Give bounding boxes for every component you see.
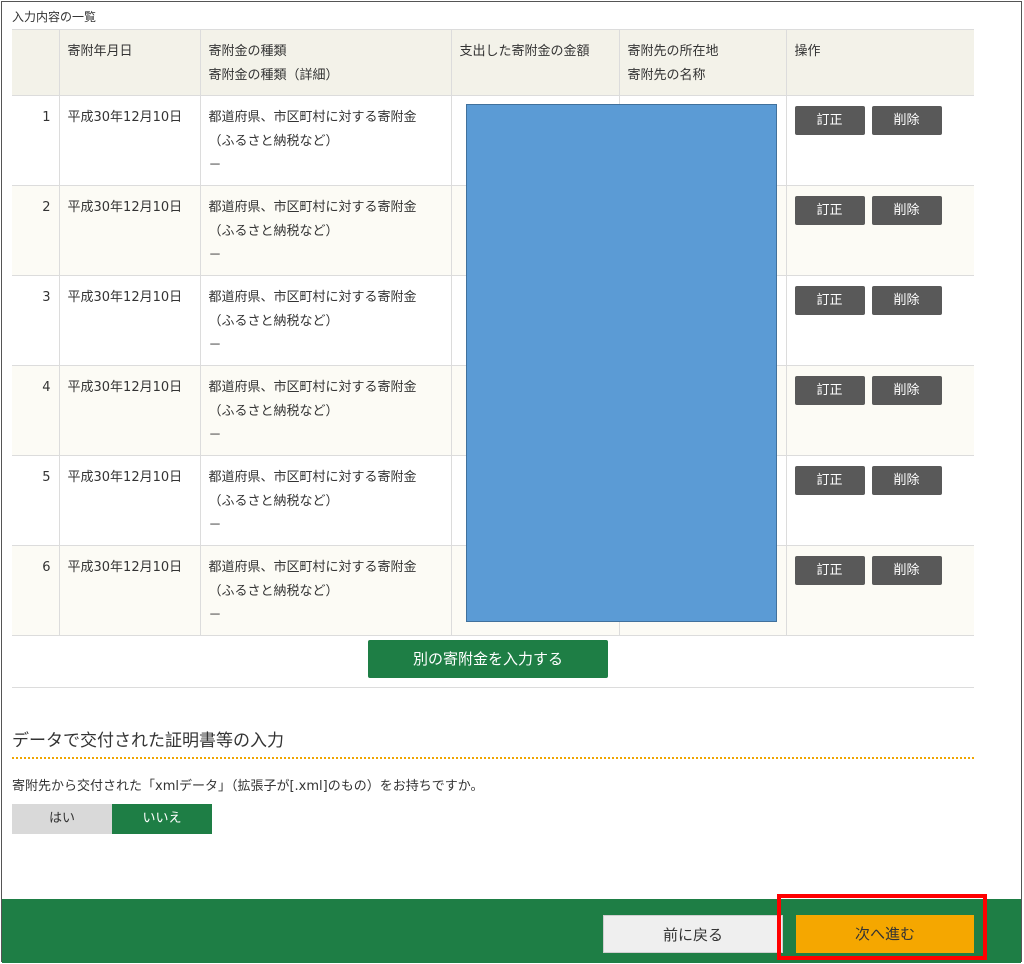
edit-button[interactable]: 訂正	[794, 556, 865, 585]
section-divider	[12, 687, 974, 688]
header-kind-line1: 寄附金の種類	[208, 44, 287, 59]
row-kind-main: 都道府県、市区町村に対する寄附金	[208, 110, 417, 125]
row-kind: 都道府県、市区町村に対する寄附金 （ふるさと納税など） －	[200, 455, 452, 546]
list-caption: 入力内容の一覧	[12, 10, 97, 24]
redaction-block	[466, 104, 777, 622]
xml-section-heading: データで交付された証明書等の入力	[12, 731, 284, 751]
row-kind-main: 都道府県、市区町村に対する寄附金	[208, 380, 417, 395]
table-header-row: 寄附年月日 寄附金の種類 寄附金の種類（詳細） 支出した寄附金の金額 寄附先の所…	[12, 29, 974, 96]
row-num: 3	[12, 275, 60, 366]
row-kind-detail: （ふるさと納税など）	[208, 494, 339, 509]
row-num: 2	[12, 185, 60, 276]
header-place-line1: 寄附先の所在地	[627, 44, 719, 59]
row-num: 5	[12, 455, 60, 546]
row-ops: 訂正 削除	[786, 275, 974, 366]
row-kind-extra: －	[208, 248, 222, 263]
row-kind-detail: （ふるさと納税など）	[208, 224, 339, 239]
row-date: 平成30年12月10日	[59, 365, 201, 456]
row-kind-extra: －	[208, 608, 222, 623]
heading-underline	[12, 757, 974, 759]
row-kind: 都道府県、市区町村に対する寄附金 （ふるさと納税など） －	[200, 365, 452, 456]
add-donation-button[interactable]: 別の寄附金を入力する	[368, 640, 608, 678]
row-ops: 訂正 削除	[786, 545, 974, 636]
page: 入力内容の一覧 寄附年月日 寄附金の種類 寄附金の種類（詳細） 支出した寄附金の…	[1, 1, 1022, 963]
delete-button[interactable]: 削除	[871, 556, 942, 585]
header-kind-line2: 寄附金の種類（詳細）	[208, 68, 339, 83]
row-num: 6	[12, 545, 60, 636]
edit-button[interactable]: 訂正	[794, 376, 865, 405]
delete-button[interactable]: 削除	[871, 466, 942, 495]
edit-button[interactable]: 訂正	[794, 286, 865, 315]
back-button[interactable]: 前に戻る	[603, 915, 783, 953]
row-date: 平成30年12月10日	[59, 95, 201, 186]
row-kind: 都道府県、市区町村に対する寄附金 （ふるさと納税など） －	[200, 545, 452, 636]
row-num: 1	[12, 95, 60, 186]
row-kind-detail: （ふるさと納税など）	[208, 404, 339, 419]
row-kind-detail: （ふるさと納税など）	[208, 314, 339, 329]
header-num	[12, 29, 60, 96]
row-kind: 都道府県、市区町村に対する寄附金 （ふるさと納税など） －	[200, 275, 452, 366]
row-kind-main: 都道府県、市区町村に対する寄附金	[208, 470, 417, 485]
row-kind-extra: －	[208, 338, 222, 353]
delete-button[interactable]: 削除	[871, 196, 942, 225]
edit-button[interactable]: 訂正	[794, 106, 865, 135]
row-kind: 都道府県、市区町村に対する寄附金 （ふるさと納税など） －	[200, 185, 452, 276]
row-kind-extra: －	[208, 428, 222, 443]
row-ops: 訂正 削除	[786, 95, 974, 186]
row-kind-extra: －	[208, 158, 222, 173]
row-ops: 訂正 削除	[786, 185, 974, 276]
row-kind-detail: （ふるさと納税など）	[208, 584, 339, 599]
header-place-line2: 寄附先の名称	[627, 68, 706, 83]
xml-question: 寄附先から交付された「xmlデータ」（拡張子が[.xml]のもの）をお持ちですか…	[12, 779, 484, 794]
no-option[interactable]: いいえ	[112, 804, 212, 834]
header-amount: 支出した寄附金の金額	[451, 29, 620, 96]
xml-answer-toggle: はい いいえ	[12, 804, 212, 834]
row-kind-main: 都道府県、市区町村に対する寄附金	[208, 200, 417, 215]
row-kind-extra: －	[208, 518, 222, 533]
header-date: 寄附年月日	[59, 29, 201, 96]
header-ops: 操作	[786, 29, 974, 96]
row-date: 平成30年12月10日	[59, 455, 201, 546]
edit-button[interactable]: 訂正	[794, 196, 865, 225]
row-ops: 訂正 削除	[786, 455, 974, 546]
row-kind-detail: （ふるさと納税など）	[208, 134, 339, 149]
row-date: 平成30年12月10日	[59, 185, 201, 276]
edit-button[interactable]: 訂正	[794, 466, 865, 495]
row-num: 4	[12, 365, 60, 456]
row-date: 平成30年12月10日	[59, 545, 201, 636]
row-kind: 都道府県、市区町村に対する寄附金 （ふるさと納税など） －	[200, 95, 452, 186]
row-kind-main: 都道府県、市区町村に対する寄附金	[208, 290, 417, 305]
delete-button[interactable]: 削除	[871, 376, 942, 405]
highlight-box	[777, 894, 987, 960]
delete-button[interactable]: 削除	[871, 106, 942, 135]
row-date: 平成30年12月10日	[59, 275, 201, 366]
row-ops: 訂正 削除	[786, 365, 974, 456]
header-place: 寄附先の所在地 寄附先の名称	[619, 29, 787, 96]
yes-option[interactable]: はい	[12, 804, 112, 834]
header-kind: 寄附金の種類 寄附金の種類（詳細）	[200, 29, 452, 96]
row-kind-main: 都道府県、市区町村に対する寄附金	[208, 560, 417, 575]
delete-button[interactable]: 削除	[871, 286, 942, 315]
